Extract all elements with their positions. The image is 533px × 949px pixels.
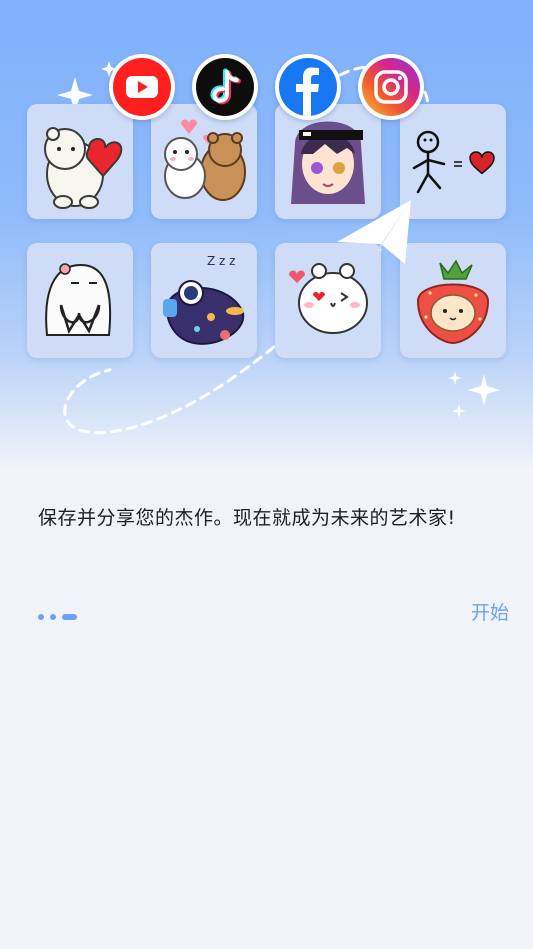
- svg-text:Z z z: Z z z: [207, 254, 235, 268]
- paper-plane-icon: [337, 200, 411, 264]
- hugging-bears-sticker: [151, 104, 257, 219]
- stick-figure-heart-sticker: [400, 104, 506, 219]
- tiktok-icon: [192, 54, 258, 120]
- onboarding-message: 保存并分享您的杰作。现在就成为未来的艺术家!: [38, 507, 456, 529]
- page-dot: [50, 614, 56, 620]
- instagram-icon: [358, 54, 424, 120]
- facebook-icon: [275, 54, 341, 120]
- sparkle-icon: [452, 404, 466, 418]
- polar-bear-heart-sticker: [27, 104, 133, 219]
- hero-illustration: Z z z: [0, 0, 533, 470]
- strawberry-cat-sticker: [400, 243, 506, 358]
- ghost-heart-sticker: [27, 243, 133, 358]
- page-dot: [38, 614, 44, 620]
- astronaut-sleeping-sticker: Z z z: [151, 243, 257, 358]
- youtube-icon: [109, 54, 175, 120]
- sparkle-icon: [468, 374, 500, 406]
- paper-plane-path: [63, 64, 430, 435]
- sparkle-icon: [448, 371, 462, 385]
- start-button[interactable]: 开始: [471, 598, 509, 625]
- page-dot-active: [62, 614, 77, 620]
